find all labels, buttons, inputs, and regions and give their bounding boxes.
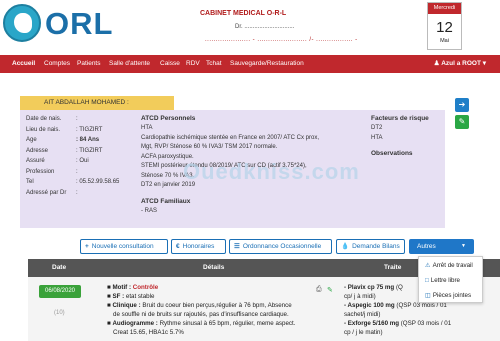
detail-line: ■ Audiogramme : Rythme sinusal à 65 bpm,…: [107, 320, 296, 327]
facteurs-title: Facteurs de risque: [371, 115, 429, 122]
field-lieu-naissance: Lieu de nais. : TIGZIRT: [26, 126, 103, 133]
detail-line: Creat 15.65, HBA1c 5.7%: [113, 329, 184, 336]
header: ORL CABINET MEDICAL O-R-L Dr. ..........…: [0, 0, 500, 55]
field-adresse-par: Adressé par Dr :: [26, 189, 78, 196]
nav-item-caisse[interactable]: Caisse: [160, 55, 180, 73]
atcd-personnels-title: ATCD Personnels: [141, 115, 196, 122]
traitement-line: sachet/j midi): [344, 311, 381, 318]
observations-title: Observations: [371, 150, 413, 157]
nav-item-patients[interactable]: Patients: [77, 55, 101, 73]
caret-down-icon: ▼: [461, 243, 466, 249]
field-adresse: Adresse : TIGZIRT: [26, 147, 103, 154]
cabinet-title: CABINET MEDICAL O-R-L: [200, 10, 287, 17]
consultation-details: ■ Motif : Contrôle ■ SF : etat stable ■ …: [107, 283, 332, 337]
autres-dropdown-menu: ⚠ Arrêt de travail □ Lettre libre ◫ Pièces …: [418, 256, 483, 303]
consultation-date-badge[interactable]: 06/08/2020: [39, 285, 81, 298]
user-name: Azul a ROOT: [441, 60, 481, 67]
list-icon: ☰: [234, 243, 240, 250]
autres-dropdown-button[interactable]: Autres ▼: [409, 239, 474, 254]
calendar-weekday: Mercredi: [428, 3, 461, 14]
risk-section: Facteurs de risque DT2 HTA Observations: [371, 114, 429, 159]
back-button[interactable]: ➔: [455, 98, 469, 112]
header-date: Date: [52, 264, 67, 271]
patient-fields: Date de nais. : Lieu de nais. : TIGZIRT …: [26, 114, 138, 198]
edit-icon[interactable]: ✎: [327, 286, 333, 294]
drop-icon: 💧: [341, 243, 350, 250]
detail-line: ■ SF : etat stable: [107, 293, 155, 300]
atcd-line: HTA: [141, 125, 153, 131]
menu-item-pieces-jointes[interactable]: ◫ Pièces jointes: [419, 289, 482, 302]
traitement-line: cp / j le matin): [344, 329, 383, 336]
calendar-widget: Mercredi 12 Mai: [427, 2, 462, 50]
euro-icon: €: [176, 243, 180, 250]
facteur-item: HTA: [371, 134, 383, 141]
logo-icon: [3, 4, 41, 42]
facteur-item: DT2: [371, 125, 383, 131]
nav-item-comptes[interactable]: Comptes: [44, 55, 70, 73]
atcd-familiaux-title: ATCD Familiaux: [141, 197, 191, 205]
field-date-naissance: Date de nais. :: [26, 116, 78, 122]
menu-item-lettre-libre[interactable]: □ Lettre libre: [419, 274, 482, 287]
nav-item-salle-attente[interactable]: Salle d'attente: [109, 55, 150, 73]
atcd-familiaux-line: - RAS: [141, 207, 158, 214]
demande-bilans-button[interactable]: 💧 Demande Bilans: [336, 239, 405, 254]
user-icon: ♟: [433, 60, 440, 67]
nav-item-accueil[interactable]: Accueil: [12, 55, 35, 73]
nouvelle-consultation-button[interactable]: + Nouvelle consultation: [80, 239, 168, 254]
detail-line: ■ Motif : Contrôle: [107, 284, 159, 291]
field-age: Age : 84 Ans: [26, 137, 100, 143]
plus-icon: +: [85, 243, 89, 250]
field-assure: Assuré : Oui: [26, 158, 89, 164]
atcd-line: Cardiopathie ischémique stentée en Franc…: [141, 134, 319, 141]
logo-text: ORL: [45, 6, 114, 41]
ordonnance-button[interactable]: ☰ Ordonnance Occasionnelle: [229, 239, 332, 254]
atcd-line: Mgt, RVP/ Sténose 60 % IVA3/ TSM 2017 no…: [141, 144, 278, 150]
header-traitement: Traite: [384, 264, 402, 271]
folder-icon: ◫: [425, 292, 431, 299]
edit-button[interactable]: ✎: [455, 115, 469, 129]
arrow-left-icon: ➔: [458, 100, 466, 109]
main-nav: Accueil Comptes Patients Salle d'attente…: [0, 55, 500, 73]
document-icon: □: [425, 277, 429, 284]
nav-item-tchat[interactable]: Tchat: [206, 55, 222, 73]
watermark: Ouedkniss.com: [183, 159, 360, 184]
print-icon[interactable]: ⎙: [316, 286, 322, 294]
consultation-count: (10): [54, 310, 65, 316]
warning-icon: ⚠: [425, 262, 431, 269]
patient-name-bar: AIT ABDALLAH MOHAMED :: [20, 96, 174, 110]
cabinet-phones: ..................... - ................…: [205, 37, 358, 43]
calendar-day: 12: [436, 19, 453, 36]
calendar-month: Mai: [440, 38, 449, 44]
detail-line: de souffle ni de bruits sur rajoutés, pa…: [113, 311, 289, 318]
user-menu[interactable]: ♟ Azul a ROOT ▾: [434, 55, 486, 73]
header-details: Détails: [203, 264, 225, 271]
menu-item-arret-travail[interactable]: ⚠ Arrêt de travail: [419, 259, 482, 272]
detail-line: ■ Clinique : Bruit du coeur bien perçus,…: [107, 302, 292, 309]
honoraires-button[interactable]: € Honoraires: [171, 239, 226, 254]
cabinet-doctor: Dr. ..............................: [235, 24, 295, 30]
field-tel: Tel : 05.52.99.58.65: [26, 179, 120, 185]
pencil-icon: ✎: [458, 117, 466, 126]
chevron-down-icon: ▾: [482, 60, 486, 67]
traitement-line: - Exforge 5/160 mg (QSP 03 mois / 01: [344, 320, 452, 327]
field-profession: Profession :: [26, 168, 78, 175]
nav-item-rdv[interactable]: RDV: [186, 55, 200, 73]
nav-item-sauvegarde[interactable]: Sauvegarde/Restauration: [230, 55, 304, 73]
